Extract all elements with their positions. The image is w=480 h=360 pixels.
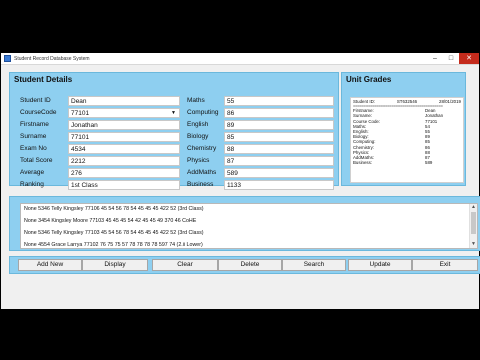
field-label: Maths: [187, 97, 205, 104]
records-listbox[interactable]: None 5346 Telly Kingsley 77106 45 54 56 …: [20, 203, 478, 249]
field-maths: Maths 55: [187, 95, 334, 106]
physics-input[interactable]: 87: [224, 155, 334, 166]
english-input[interactable]: 89: [224, 119, 334, 130]
field-label: CourseCode: [20, 109, 57, 116]
list-item[interactable]: None 5346 Telly Kingsley 77106 45 54 56 …: [24, 206, 204, 212]
computing-input[interactable]: 86: [224, 107, 334, 118]
field-firstname: Firstname Jonathan: [20, 119, 180, 130]
field-surname: Surname 77101: [20, 131, 180, 142]
search-button[interactable]: Search: [282, 259, 346, 271]
field-label: Total Score: [20, 157, 53, 164]
field-ranking: Ranking 1st Class: [20, 179, 180, 190]
records-panel: None 5346 Telly Kingsley 77106 45 54 56 …: [9, 196, 480, 251]
app-icon: [4, 55, 11, 62]
scroll-down-icon[interactable]: ▼: [470, 241, 477, 248]
chevron-down-icon[interactable]: ▼: [171, 109, 176, 118]
field-label: Physics: [187, 157, 210, 164]
field-label: AddMaths: [187, 169, 217, 176]
average-input[interactable]: 276: [68, 167, 180, 178]
course-code-value: 77101: [71, 109, 90, 117]
total-score-input[interactable]: 2212: [68, 155, 180, 166]
field-label: English: [187, 121, 209, 128]
course-code-combobox[interactable]: 77101 ▼: [68, 107, 180, 118]
field-average: Average 276: [20, 167, 180, 178]
field-course-code: CourseCode 77101 ▼: [20, 107, 180, 118]
field-computing: Computing 86: [187, 107, 334, 118]
unit-grades-title: Unit Grades: [346, 75, 392, 84]
minimize-button[interactable]: –: [427, 53, 443, 64]
field-label: Computing: [187, 109, 219, 116]
delete-button[interactable]: Delete: [218, 259, 282, 271]
field-business: Business 1133: [187, 179, 334, 190]
field-chemistry: Chemistry 88: [187, 143, 334, 154]
field-label: Chemistry: [187, 145, 217, 152]
app-window: Student Record Database System – □ ✕ Stu…: [0, 52, 480, 310]
chemistry-input[interactable]: 88: [224, 143, 334, 154]
unit-grades-panel: Unit Grades Student ID: ST632546 28/01/2…: [341, 72, 466, 186]
surname-input[interactable]: 77101: [68, 131, 180, 142]
field-label: Ranking: [20, 181, 44, 188]
scroll-up-icon[interactable]: ▲: [470, 204, 477, 211]
field-label: Business: [187, 181, 214, 188]
business-input[interactable]: 1133: [224, 179, 334, 190]
student-details-panel: Student Details Student ID Dean CourseCo…: [9, 72, 339, 190]
title-bar[interactable]: Student Record Database System – □ ✕: [1, 53, 479, 65]
maths-input[interactable]: 55: [224, 95, 334, 106]
student-id-input[interactable]: Dean: [68, 95, 180, 106]
update-button[interactable]: Update: [348, 259, 412, 271]
field-label: Surname: [20, 133, 47, 140]
maximize-button[interactable]: □: [443, 53, 459, 64]
field-english: English 89: [187, 119, 334, 130]
field-label: Student ID: [20, 97, 51, 104]
grades-value: 589: [425, 160, 433, 166]
add-new-button[interactable]: Add New: [18, 259, 82, 271]
close-button[interactable]: ✕: [459, 53, 479, 64]
field-addmaths: AddMaths 589: [187, 167, 334, 178]
window-title: Student Record Database System: [14, 55, 90, 62]
grades-row: Business: 589: [353, 160, 461, 165]
grades-key: Business:: [353, 160, 373, 166]
exit-button[interactable]: Exit: [412, 259, 478, 271]
field-label: Biology: [187, 133, 209, 140]
biology-input[interactable]: 85: [224, 131, 334, 142]
buttons-panel: Add New Display Clear Delete Search Upda…: [9, 256, 480, 274]
field-total-score: Total Score 2212: [20, 155, 180, 166]
student-details-title: Student Details: [14, 75, 73, 84]
list-item[interactable]: None 4554 Grace Larrya 77102 76 75 75 57…: [24, 242, 203, 248]
vertical-scrollbar[interactable]: ▲ ▼: [469, 204, 477, 248]
list-item[interactable]: None 3454 Kingsley Moore 77103 45 45 45 …: [24, 218, 196, 224]
window-controls: – □ ✕: [427, 53, 479, 64]
list-item[interactable]: None 5346 Telly Kingsley 77103 45 54 56 …: [24, 230, 204, 236]
grades-receipt[interactable]: Student ID: ST632546 28/01/2019 ========…: [350, 97, 464, 183]
field-physics: Physics 87: [187, 155, 334, 166]
scroll-thumb[interactable]: [471, 212, 476, 234]
field-label: Exam No: [20, 145, 47, 152]
display-button[interactable]: Display: [82, 259, 148, 271]
field-biology: Biology 85: [187, 131, 334, 142]
ranking-input[interactable]: 1st Class: [68, 179, 180, 190]
firstname-input[interactable]: Jonathan: [68, 119, 180, 130]
addmaths-input[interactable]: 589: [224, 167, 334, 178]
field-label: Firstname: [20, 121, 49, 128]
clear-button[interactable]: Clear: [152, 259, 218, 271]
exam-no-input[interactable]: 4534: [68, 143, 180, 154]
field-exam-no: Exam No 4534: [20, 143, 180, 154]
field-student-id: Student ID Dean: [20, 95, 180, 106]
field-label: Average: [20, 169, 45, 176]
